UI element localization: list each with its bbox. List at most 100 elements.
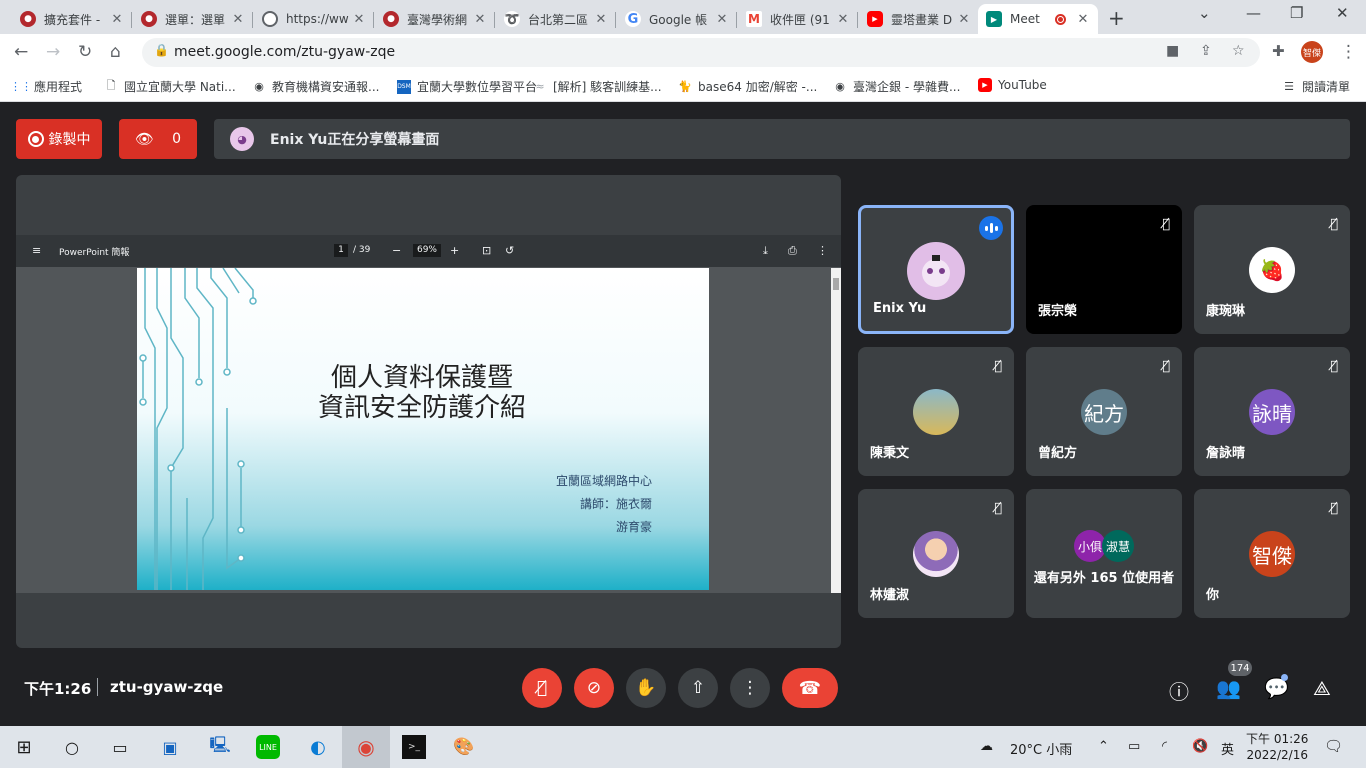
close-icon[interactable]: ✕ xyxy=(836,12,850,27)
pdf-viewer[interactable]: ≡ PowerPoint 簡報 1 / 39 − 69% + ⊡ ↺ ⤓ ⎙ ⋮ xyxy=(16,235,841,593)
bookmark-item[interactable]: 🐈 base64 加密/解密 -... xyxy=(678,78,817,95)
volume-muted-icon[interactable]: 🔇 xyxy=(1192,739,1208,754)
menu-kebab-icon[interactable]: ⋮ xyxy=(1340,42,1357,62)
bookmark-item[interactable]: ≈ [解析] 駭客訓練基... xyxy=(533,78,661,95)
page-number-input[interactable]: 1 xyxy=(334,244,348,257)
browser-tab[interactable]: ● 擴充套件 - ✕ xyxy=(12,4,132,34)
task-view-icon[interactable]: ▭ xyxy=(108,735,132,759)
tray-expand-icon[interactable]: ⌃ xyxy=(1098,739,1109,754)
control-panel-icon[interactable]: ▣ xyxy=(158,735,182,759)
line-app-icon[interactable]: LINE xyxy=(256,735,280,759)
browser-tab[interactable]: https://ww ✕ xyxy=(254,4,374,34)
browser-tab[interactable]: ● 選單：選單 ✕ xyxy=(133,4,253,34)
participant-tile[interactable]: 🎙̸ 🍓 康琬琳 xyxy=(1194,205,1350,334)
notifications-icon[interactable]: 🗨 xyxy=(1324,737,1343,755)
browser-tab[interactable]: ➰ 台北第二區 ✕ xyxy=(496,4,616,34)
extensions-icon[interactable]: ✚ xyxy=(1272,42,1285,60)
bookmark-item[interactable]: DSM 宜蘭大學數位學習平台 xyxy=(397,78,537,95)
close-icon[interactable]: ✕ xyxy=(957,12,971,27)
weather-icon[interactable]: ☁ xyxy=(980,739,993,754)
camera-toggle-button[interactable]: ⊘ xyxy=(574,668,614,708)
share-icon[interactable]: ⇪ xyxy=(1200,43,1212,59)
ime-indicator[interactable]: 英 xyxy=(1221,739,1234,758)
lock-icon[interactable]: 🔒 xyxy=(154,43,169,57)
download-icon[interactable]: ⤓ xyxy=(763,244,768,258)
browser-tab[interactable]: G Google 帳 ✕ xyxy=(617,4,737,34)
minimize-icon[interactable]: — xyxy=(1246,4,1261,22)
forward-icon[interactable]: → xyxy=(46,42,60,62)
present-button[interactable]: ⇧ xyxy=(678,668,718,708)
network-computer-icon[interactable]: 🖳 xyxy=(208,735,232,759)
close-icon[interactable]: ✕ xyxy=(110,12,124,27)
activities-icon[interactable]: ⟁ xyxy=(1313,676,1331,700)
slide: 個人資料保護暨 資訊安全防護介紹 宜蘭區域網路中心 講師：施衣爾 游育豪 xyxy=(137,268,709,590)
profile-avatar[interactable]: 智傑 xyxy=(1301,41,1323,63)
new-tab-button[interactable]: + xyxy=(1108,6,1125,30)
close-icon[interactable]: ✕ xyxy=(231,12,245,27)
participant-tile[interactable]: 🎙̸ 詠晴 詹詠晴 xyxy=(1194,347,1350,476)
close-icon[interactable]: ✕ xyxy=(352,12,366,27)
browser-tab[interactable]: ▶ 靈塔畫業 D ✕ xyxy=(859,4,979,34)
bookmark-item[interactable]: 🗋 國立宜蘭大學 Nati... xyxy=(104,78,236,95)
tab-search-icon[interactable]: ⌄ xyxy=(1198,4,1211,22)
bookmark-item[interactable]: ◉ 臺灣企銀 - 學雜費... xyxy=(833,78,960,95)
back-icon[interactable]: ← xyxy=(14,42,28,62)
home-icon[interactable]: ⌂ xyxy=(110,42,121,62)
search-icon[interactable]: ○ xyxy=(60,735,84,759)
paint-icon[interactable]: 🎨 xyxy=(452,735,476,759)
reload-icon[interactable]: ↻ xyxy=(78,42,92,62)
self-tile[interactable]: 🎙̸ 智傑 你 xyxy=(1194,489,1350,618)
fit-page-icon[interactable]: ⊡ xyxy=(482,244,491,257)
wifi-icon[interactable]: ◜ xyxy=(1162,739,1167,754)
participant-tile[interactable]: 🎙̸ 林嫿淑 xyxy=(858,489,1014,618)
recording-button[interactable]: 錄製中 xyxy=(16,119,102,159)
battery-icon[interactable]: ▭ xyxy=(1128,739,1140,754)
edge-browser-icon[interactable]: ◐ xyxy=(306,735,330,759)
mic-toggle-button[interactable]: 🎙̸ xyxy=(522,668,562,708)
share-banner: ◕ Enix Yu正在分享螢幕畫面 xyxy=(214,119,1350,159)
participant-tile[interactable]: 🎙̸ 紀方 曾紀方 xyxy=(1026,347,1182,476)
close-icon[interactable]: ✕ xyxy=(1076,12,1090,27)
more-participants-tile[interactable]: 小俱 淑慧 還有另外 165 位使用者 xyxy=(1026,489,1182,618)
close-window-icon[interactable]: ✕ xyxy=(1336,4,1349,22)
people-icon[interactable]: 👥 xyxy=(1216,676,1241,700)
bookmark-apps[interactable]: ⋮⋮ 應用程式 xyxy=(10,78,82,95)
scrollbar-thumb[interactable] xyxy=(833,278,839,290)
viewers-button[interactable]: 👁 0 xyxy=(119,119,197,159)
bookmark-item[interactable]: ◉ 教育機構資安通報... xyxy=(252,78,379,95)
participant-tile[interactable]: 🎙̸ 張宗榮 xyxy=(1026,205,1182,334)
zoom-level[interactable]: 69% xyxy=(413,244,441,257)
menu-icon[interactable]: ≡ xyxy=(32,244,41,257)
close-icon[interactable]: ✕ xyxy=(473,12,487,27)
presentation-stage[interactable]: ≡ PowerPoint 簡報 1 / 39 − 69% + ⊡ ↺ ⤓ ⎙ ⋮ xyxy=(16,175,841,648)
zoom-in-icon[interactable]: + xyxy=(450,244,459,257)
end-call-button[interactable]: ☎ xyxy=(782,668,838,708)
zoom-out-icon[interactable]: − xyxy=(392,244,401,257)
weather-text[interactable]: 20°C 小雨 xyxy=(1010,739,1072,758)
info-icon[interactable]: ⓘ xyxy=(1169,676,1189,705)
url-text[interactable]: meet.google.com/ztu-gyaw-zqe xyxy=(174,44,395,60)
camera-icon[interactable]: ■ xyxy=(1166,43,1179,59)
chrome-browser-icon[interactable]: ◉ xyxy=(342,726,390,768)
participant-tile[interactable]: Enix Yu xyxy=(858,205,1014,334)
reading-list[interactable]: ☰ 閱讀清單 xyxy=(1282,78,1350,95)
browser-tab[interactable]: ● 臺灣學術網 ✕ xyxy=(375,4,495,34)
close-icon[interactable]: ✕ xyxy=(715,12,729,27)
bookmark-star-icon[interactable]: ☆ xyxy=(1232,43,1245,59)
address-bar[interactable]: 🔒 meet.google.com/ztu-gyaw-zqe ■ ⇪ ☆ xyxy=(142,38,1260,67)
system-clock[interactable]: 下午 01:26 2022/2/16 xyxy=(1246,731,1308,763)
more-options-button[interactable]: ⋮ xyxy=(730,668,770,708)
terminal-icon[interactable]: >_ xyxy=(402,735,426,759)
browser-tab[interactable]: M 收件匣 (91 ✕ xyxy=(738,4,858,34)
browser-tab-active[interactable]: ▶ Meet ✕ xyxy=(978,4,1098,34)
more-icon[interactable]: ⋮ xyxy=(817,244,828,257)
raise-hand-button[interactable]: ✋ xyxy=(626,668,666,708)
restore-icon[interactable]: ❐ xyxy=(1290,4,1303,22)
scrollbar[interactable] xyxy=(831,268,841,593)
windows-start-icon[interactable]: ⊞ xyxy=(12,735,36,759)
bookmark-item[interactable]: ▶ YouTube xyxy=(978,78,1047,92)
rotate-icon[interactable]: ↺ xyxy=(505,244,514,257)
close-icon[interactable]: ✕ xyxy=(594,12,608,27)
print-icon[interactable]: ⎙ xyxy=(788,244,797,258)
participant-tile[interactable]: 🎙̸ 陳秉文 xyxy=(858,347,1014,476)
